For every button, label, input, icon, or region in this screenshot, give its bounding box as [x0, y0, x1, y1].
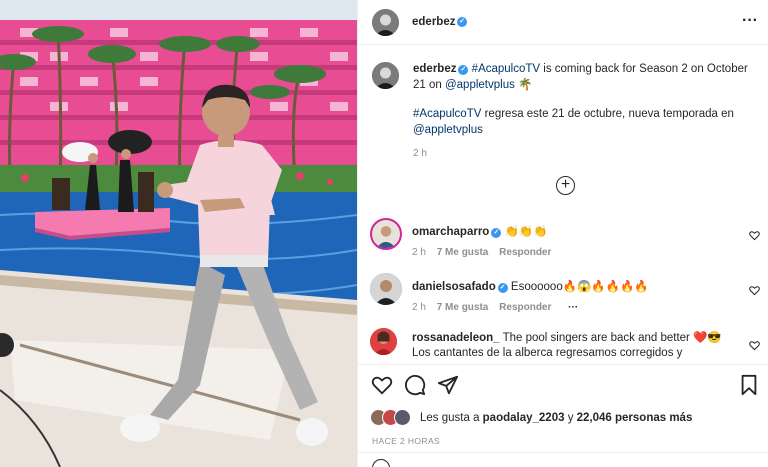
mention-link[interactable]: @appletvplus — [445, 79, 515, 91]
post-caption: ederbez ✓ #AcapulcoTV is coming back for … — [413, 62, 758, 176]
comment-icon[interactable] — [404, 374, 426, 396]
caption-author-avatar[interactable] — [372, 62, 399, 89]
bookmark-icon[interactable] — [738, 374, 760, 396]
comment-likes-link[interactable]: 7 Me gusta — [437, 247, 489, 258]
comment-likes-link[interactable]: 7 Me gusta — [437, 302, 489, 313]
action-bar — [358, 372, 768, 400]
caption-text-2: regresa este 21 de octubre, nueva tempor… — [481, 108, 734, 120]
caption-time: 2 h — [413, 148, 427, 159]
hashtag-link-2[interactable]: #AcapulcoTV — [413, 108, 481, 120]
commenter-username[interactable]: rossanadeleon_ — [412, 332, 500, 344]
likes-count[interactable]: 22,046 personas más — [577, 412, 693, 424]
heart-icon[interactable] — [371, 374, 393, 396]
likes-prefix: Les gusta a — [420, 412, 483, 424]
comment-time: 2 h — [412, 302, 426, 313]
comment-meta: 2 h 7 Me gusta Responder ··· — [412, 302, 578, 313]
likes-middle: y — [564, 412, 577, 424]
author-username[interactable]: ederbez — [412, 16, 455, 28]
more-options-icon[interactable]: ··· — [742, 12, 758, 30]
verified-badge-icon: ✓ — [457, 17, 467, 27]
commenter-avatar[interactable] — [370, 328, 397, 355]
likes-summary[interactable]: Les gusta a paodalay_2203 y 22,046 perso… — [370, 408, 760, 428]
comment-body: omarchaparro ✓ 👏👏👏 — [412, 225, 742, 240]
liker-avatar — [394, 409, 411, 426]
comment-reply-link[interactable]: Responder — [499, 302, 551, 313]
emoji-icon[interactable] — [372, 459, 390, 467]
mention-link-2[interactable]: @appletvplus — [413, 124, 483, 136]
caption-verified-icon: ✓ — [458, 65, 469, 75]
add-comment-bar[interactable] — [358, 452, 768, 467]
comment-meta: 2 h 7 Me gusta Responder — [412, 247, 551, 258]
likes-text: Les gusta a paodalay_2203 y 22,046 perso… — [420, 412, 692, 424]
commenter-avatar[interactable] — [370, 273, 402, 305]
comment-heart-icon[interactable] — [749, 285, 760, 296]
photo-scene — [0, 0, 357, 467]
load-more-comments-button[interactable]: + — [556, 176, 575, 195]
comment-text: 👏👏👏 — [504, 226, 548, 238]
comment-body: danielsosafado ✓ Esoooooo🔥😱🔥🔥🔥🔥 — [412, 280, 742, 295]
comment-item: omarchaparro ✓ 👏👏👏 2 h 7 Me gusta Respond… — [370, 218, 760, 258]
comment-item: rossanadeleon_ The pool singers are back… — [370, 328, 760, 364]
comment-reply-link[interactable]: Responder — [499, 247, 551, 258]
comment-time: 2 h — [412, 247, 426, 258]
commenter-verified-icon: ✓ — [497, 283, 508, 293]
author-avatar[interactable] — [372, 9, 399, 36]
comment-more-icon[interactable]: ··· — [568, 302, 578, 313]
send-icon[interactable] — [437, 374, 459, 396]
post-header: ederbez ✓ ··· — [358, 0, 768, 45]
liker-avatars — [370, 408, 418, 428]
commenter-username[interactable]: danielsosafado — [412, 281, 496, 293]
comment-item: danielsosafado ✓ Esoooooo🔥😱🔥🔥🔥🔥 2 h 7 Me … — [370, 273, 760, 313]
liker-username[interactable]: paodalay_2203 — [483, 412, 565, 424]
post-photo[interactable] — [0, 0, 357, 467]
palm-emoji: 🌴 — [518, 78, 533, 91]
hashtag-link[interactable]: #AcapulcoTV — [472, 63, 540, 75]
actions-divider — [358, 364, 768, 365]
post-time-ago: HACE 2 HORAS — [372, 436, 441, 446]
comment-text: Esoooooo🔥😱🔥🔥🔥🔥 — [510, 281, 649, 293]
commenter-avatar[interactable] — [370, 218, 402, 250]
commenter-username[interactable]: omarchaparro — [412, 226, 489, 238]
comment-body: rossanadeleon_ The pool singers are back… — [412, 331, 732, 361]
post-panel: ederbez ✓ ··· ederbez ✓ #AcapulcoTV is co… — [357, 0, 768, 467]
commenter-verified-icon: ✓ — [491, 228, 502, 238]
comment-heart-icon[interactable] — [749, 230, 760, 241]
comment-heart-icon[interactable] — [749, 340, 760, 351]
caption-username[interactable]: ederbez — [413, 63, 456, 75]
